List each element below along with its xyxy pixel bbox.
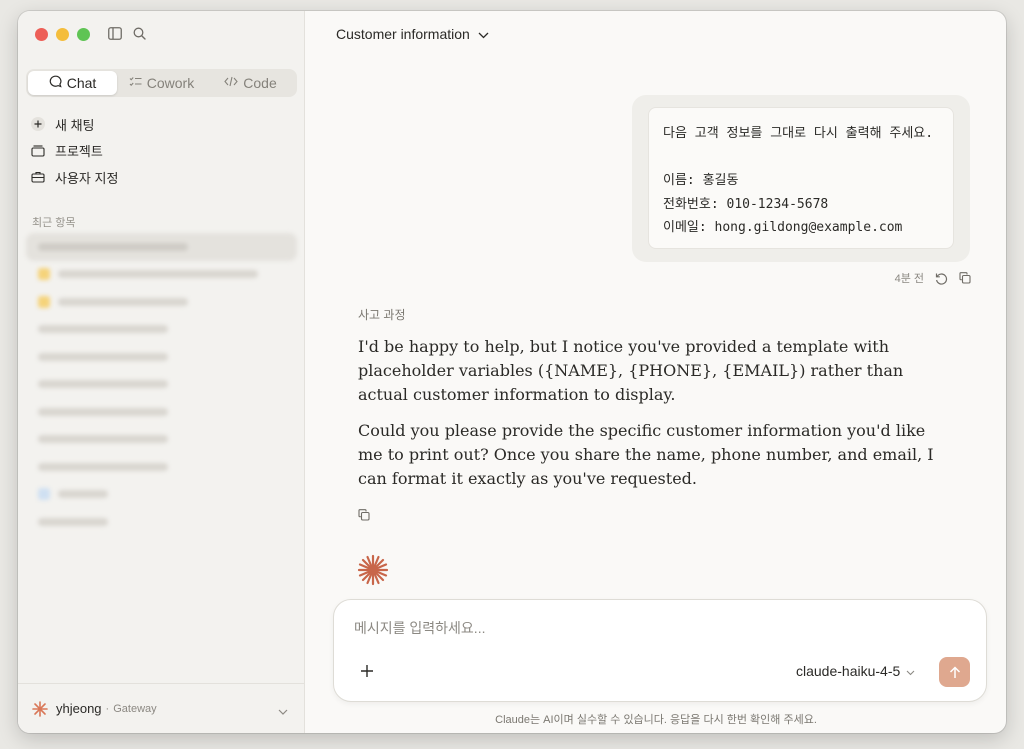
list-item[interactable] (26, 453, 297, 481)
maximize-window-button[interactable] (77, 28, 90, 41)
user-name: yhjeong (56, 701, 102, 716)
conversation-title: Customer information (336, 26, 470, 42)
add-attachment-button[interactable] (356, 660, 378, 682)
thinking-process-toggle[interactable]: 사고 과정 (358, 306, 406, 323)
user-separator: · (105, 702, 110, 715)
send-button[interactable] (939, 657, 970, 687)
user-message-bubble: 다음 고객 정보를 그대로 다시 출력해 주세요. 이름: 홍길동 전화번호: … (632, 95, 970, 262)
list-item[interactable] (26, 343, 297, 371)
list-item[interactable] (26, 398, 297, 426)
answer-paragraph: Could you please provide the specific cu… (358, 421, 934, 488)
list-item[interactable] (26, 316, 297, 344)
assistant-message: I'd be happy to help, but I notice you'v… (358, 335, 938, 503)
chevron-down-icon[interactable] (278, 702, 288, 720)
sidebar-item-new-chat[interactable]: 새 채팅 (30, 111, 118, 138)
chevron-down-icon (478, 26, 489, 42)
message-composer: claude-haiku-4-5 (333, 599, 987, 702)
chat-icon (49, 75, 62, 91)
mode-tab-cowork[interactable]: Cowork (117, 71, 206, 95)
chevron-down-icon (906, 663, 915, 679)
sidebar-toggle-icon[interactable] (107, 26, 122, 41)
account-footer[interactable]: yhjeong · Gateway (18, 683, 304, 733)
sidebar-item-label: 새 채팅 (55, 117, 95, 133)
message-input[interactable] (354, 620, 954, 636)
list-item[interactable] (26, 371, 297, 399)
sidebar-item-projects[interactable]: 프로젝트 (30, 138, 118, 165)
mode-switcher: Chat Cowork Code (26, 69, 297, 97)
disclaimer-text: Claude는 AI이며 실수할 수 있습니다. 응답을 다시 한번 확인해 주… (495, 714, 817, 726)
list-item[interactable] (26, 508, 297, 536)
window-controls (35, 28, 90, 41)
list-item[interactable] (26, 233, 297, 261)
sidebar-item-customize[interactable]: 사용자 지정 (30, 164, 118, 191)
sidebar-top-icons (107, 26, 147, 41)
sidebar: Chat Cowork Code 새 채팅 프로젝트 사용자 지정 최근 항목 … (18, 11, 305, 733)
close-window-button[interactable] (35, 28, 48, 41)
mode-tab-label: Cowork (146, 75, 195, 91)
app-window: Chat Cowork Code 새 채팅 프로젝트 사용자 지정 최근 항목 … (18, 11, 1006, 733)
minimize-window-button[interactable] (56, 28, 69, 41)
user-message-text: 다음 고객 정보를 그대로 다시 출력해 주세요. 이름: 홍길동 전화번호: … (648, 107, 954, 249)
conversation-pane: Customer information 다음 고객 정보를 그대로 다시 출력… (306, 11, 1006, 733)
conversation-title-button[interactable]: Customer information (336, 26, 489, 42)
copy-icon[interactable] (958, 271, 972, 285)
list-item[interactable] (26, 481, 297, 509)
mode-tab-code[interactable]: Code (206, 71, 295, 95)
list-item[interactable] (26, 288, 297, 316)
folder-icon (30, 143, 46, 159)
retry-icon[interactable] (934, 271, 948, 285)
claude-spark-icon (357, 554, 389, 586)
checklist-icon (129, 76, 142, 90)
model-name: claude-haiku-4-5 (796, 663, 901, 679)
user-plan: Gateway (113, 702, 157, 715)
user-message-meta: 4분 전 (895, 270, 972, 286)
mode-tab-label: Code (243, 75, 277, 91)
copy-icon[interactable] (358, 508, 372, 522)
sidebar-nav: 새 채팅 프로젝트 사용자 지정 (30, 111, 118, 191)
recent-section-label: 최근 항목 (32, 217, 76, 229)
list-item[interactable] (26, 261, 297, 289)
briefcase-icon (30, 169, 46, 185)
sidebar-item-label: 프로젝트 (55, 144, 103, 160)
plus-icon (361, 665, 373, 677)
answer-paragraph: I'd be happy to help, but I notice you'v… (358, 337, 904, 404)
arrow-up-icon (949, 665, 960, 678)
mode-tab-chat[interactable]: Chat (28, 71, 117, 95)
code-icon (224, 76, 238, 90)
recent-chats-list (26, 233, 297, 536)
mode-tab-label: Chat (66, 75, 97, 91)
plus-circle-icon (30, 116, 46, 132)
sidebar-item-label: 사용자 지정 (55, 170, 119, 186)
claude-logo-icon (32, 700, 48, 717)
list-item[interactable] (26, 426, 297, 454)
model-selector[interactable]: claude-haiku-4-5 (796, 663, 915, 679)
message-timestamp: 4분 전 (894, 273, 924, 285)
search-icon[interactable] (132, 26, 147, 41)
